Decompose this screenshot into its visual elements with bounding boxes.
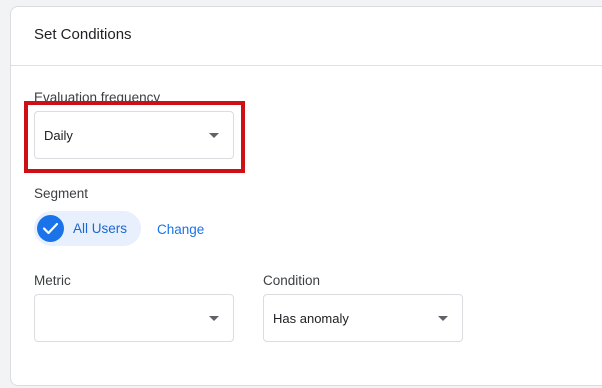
metric-select[interactable] (34, 294, 234, 342)
all-users-chip-label: All Users (73, 221, 128, 236)
highlight-box (24, 101, 245, 173)
dropdown-arrow-icon (209, 316, 219, 321)
change-segment-link[interactable]: Change (157, 222, 204, 237)
condition-label: Condition (263, 273, 321, 288)
card-title: Set Conditions (34, 26, 132, 43)
dropdown-arrow-icon (438, 316, 448, 321)
all-users-chip[interactable]: All Users (34, 211, 141, 246)
card-header: Set Conditions (11, 7, 602, 66)
condition-select[interactable]: Has anomaly (263, 294, 463, 342)
segment-label: Segment (34, 186, 89, 201)
metric-label: Metric (34, 273, 71, 288)
condition-value: Has anomaly (273, 311, 349, 326)
check-icon (37, 215, 64, 242)
